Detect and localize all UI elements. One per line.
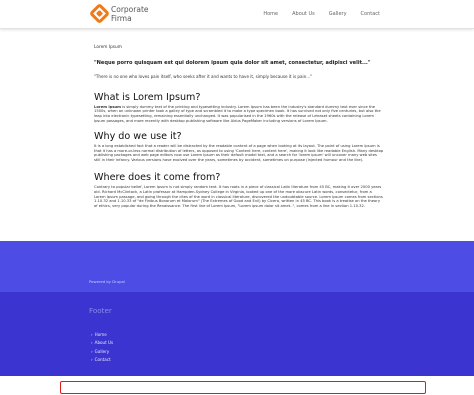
section-text: It is a long established fact that a rea…: [94, 143, 384, 163]
nav-about-us[interactable]: About Us: [292, 11, 315, 17]
section-title: Why do we use it?: [94, 130, 182, 142]
site-footer: [0, 292, 474, 376]
highlight-box: [60, 381, 426, 394]
footer-link-home[interactable]: Home: [91, 331, 113, 339]
main-nav: Home About Us Gallery Contact: [263, 11, 380, 17]
section-what: What is Lorem Ipsum? Lorem Ipsum is simp…: [94, 92, 384, 124]
section-title: Where does it come from?: [94, 171, 221, 183]
intro-text: Lorem Ipsum: [94, 45, 122, 50]
quote-secondary: "There is no one who loves pain itself, …: [94, 73, 313, 79]
nav-contact[interactable]: Contact: [361, 11, 380, 17]
logo-inner-square: [95, 9, 104, 18]
footer-link-about-us[interactable]: About Us: [91, 339, 114, 347]
quote: "Neque porro quisquam est qui dolorem ip…: [94, 59, 371, 66]
section-text: Contrary to popular belief, Lorem Ipsum …: [94, 184, 383, 209]
footer-link-contact[interactable]: Contact: [91, 356, 113, 364]
section-where: Where does it come from? Contrary to pop…: [94, 172, 384, 209]
brand-name[interactable]: Corporate Firma: [111, 5, 149, 23]
logo-icon[interactable]: [88, 2, 111, 25]
footer-links: Home About Us Gallery Contact: [91, 331, 114, 364]
footer-link-gallery[interactable]: Gallery: [91, 348, 113, 356]
section-why: Why do we use it? It is a long establish…: [94, 131, 384, 163]
section-lead: Lorem Ipsum: [94, 104, 122, 109]
brand-line-2: Firma: [111, 14, 132, 23]
nav-home[interactable]: Home: [263, 11, 278, 17]
footer-title: Footer: [89, 306, 112, 315]
blue-banner: [0, 241, 474, 292]
section-body: Lorem Ipsum is simply dummy text of the …: [94, 105, 384, 124]
powered-by[interactable]: Powered by Drupal: [89, 279, 125, 284]
nav-gallery[interactable]: Gallery: [329, 11, 347, 17]
section-text: is simply dummy text of the printing and…: [94, 104, 381, 123]
page: Corporate Firma Home About Us Gallery Co…: [0, 0, 474, 395]
brand-line-1: Corporate: [111, 5, 149, 14]
site-header: Corporate Firma Home About Us Gallery Co…: [0, 0, 474, 29]
section-title: What is Lorem Ipsum?: [94, 91, 201, 103]
main-content: Lorem Ipsum "Neque porro quisquam est qu…: [94, 45, 384, 209]
